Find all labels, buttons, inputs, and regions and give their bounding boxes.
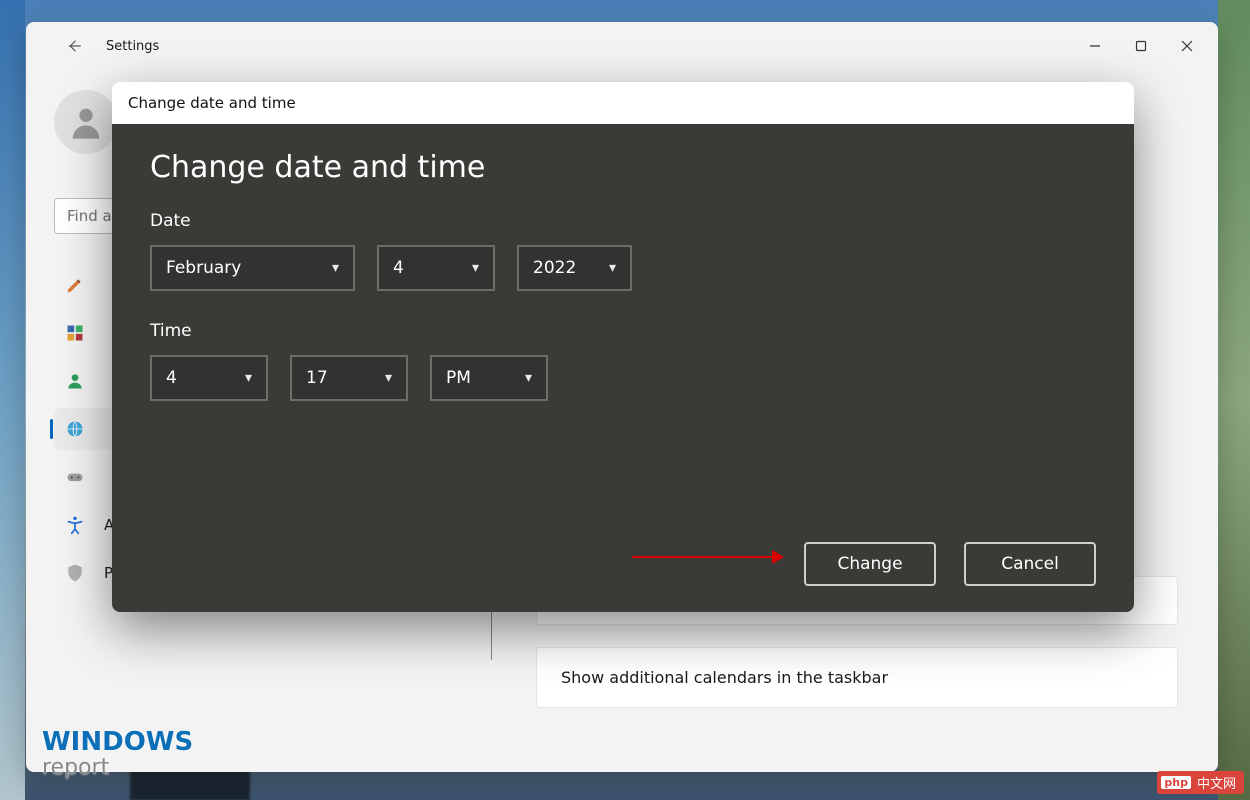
cancel-button[interactable]: Cancel bbox=[964, 542, 1096, 586]
avatar bbox=[54, 90, 118, 154]
ampm-value: PM bbox=[446, 368, 471, 388]
window-title: Settings bbox=[106, 39, 159, 54]
watermark-windows-report: WINDOWS report bbox=[42, 730, 193, 778]
ampm-selector[interactable]: PM ▾ bbox=[430, 355, 548, 401]
month-selector[interactable]: February ▾ bbox=[150, 245, 355, 291]
chevron-down-icon: ▾ bbox=[609, 260, 616, 276]
watermark-php-cn: php 中文网 bbox=[1157, 771, 1244, 794]
apps-icon bbox=[64, 322, 86, 344]
arrow-left-icon bbox=[65, 37, 83, 55]
dialog-body: Change date and time Date February ▾ 4 ▾… bbox=[112, 124, 1134, 612]
date-label: Date bbox=[150, 211, 1096, 231]
titlebar: Settings bbox=[26, 22, 1218, 70]
dialog-heading: Change date and time bbox=[150, 150, 1096, 185]
time-selector-row: 4 ▾ 17 ▾ PM ▾ bbox=[150, 355, 1096, 401]
wallpaper-right bbox=[1218, 0, 1250, 800]
maximize-button[interactable] bbox=[1118, 27, 1164, 65]
account-icon bbox=[64, 370, 86, 392]
month-value: February bbox=[166, 258, 241, 278]
minute-value: 17 bbox=[306, 368, 328, 388]
person-icon bbox=[66, 102, 106, 142]
close-icon bbox=[1181, 40, 1193, 52]
shield-icon bbox=[64, 562, 86, 584]
additional-calendars-row[interactable]: Show additional calendars in the taskbar bbox=[536, 647, 1178, 708]
back-button[interactable] bbox=[54, 26, 94, 66]
active-indicator bbox=[50, 419, 53, 439]
hour-value: 4 bbox=[166, 368, 177, 388]
maximize-icon bbox=[1135, 40, 1147, 52]
chevron-down-icon: ▾ bbox=[245, 370, 252, 386]
minute-selector[interactable]: 17 ▾ bbox=[290, 355, 408, 401]
hour-selector[interactable]: 4 ▾ bbox=[150, 355, 268, 401]
day-selector[interactable]: 4 ▾ bbox=[377, 245, 495, 291]
paintbrush-icon bbox=[64, 274, 86, 296]
window-controls bbox=[1072, 27, 1210, 65]
globe-clock-icon bbox=[64, 418, 86, 440]
day-value: 4 bbox=[393, 258, 404, 278]
chevron-down-icon: ▾ bbox=[472, 260, 479, 276]
chevron-down-icon: ▾ bbox=[332, 260, 339, 276]
dialog-actions: Change Cancel bbox=[150, 532, 1096, 586]
date-selector-row: February ▾ 4 ▾ 2022 ▾ bbox=[150, 245, 1096, 291]
annotation-arrow bbox=[632, 550, 784, 564]
year-value: 2022 bbox=[533, 258, 576, 278]
accessibility-icon bbox=[64, 514, 86, 536]
time-label: Time bbox=[150, 321, 1096, 341]
gamepad-icon bbox=[64, 466, 86, 488]
close-button[interactable] bbox=[1164, 27, 1210, 65]
wallpaper-left bbox=[0, 0, 25, 800]
chevron-down-icon: ▾ bbox=[525, 370, 532, 386]
chevron-down-icon: ▾ bbox=[385, 370, 392, 386]
minimize-button[interactable] bbox=[1072, 27, 1118, 65]
change-button[interactable]: Change bbox=[804, 542, 936, 586]
dialog-titlebar: Change date and time bbox=[112, 82, 1134, 124]
year-selector[interactable]: 2022 ▾ bbox=[517, 245, 632, 291]
minimize-icon bbox=[1089, 40, 1101, 52]
change-date-time-dialog: Change date and time Change date and tim… bbox=[112, 82, 1134, 612]
